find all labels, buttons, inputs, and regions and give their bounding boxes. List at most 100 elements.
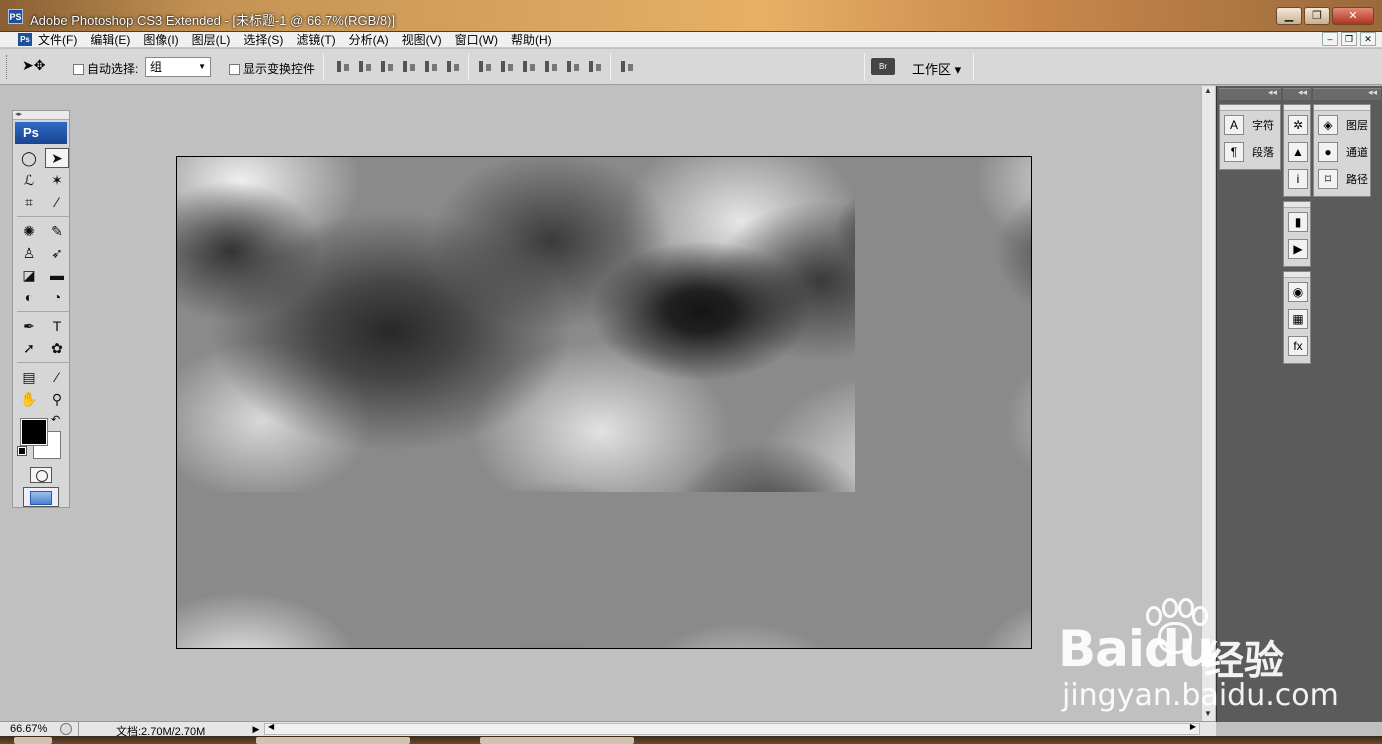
horizontal-scrollbar[interactable]: ◀ ▶ bbox=[264, 722, 1200, 735]
panel-paths[interactable]: ⌑ 路径 bbox=[1314, 165, 1370, 192]
doc-minimize-button[interactable]: – bbox=[1322, 32, 1338, 46]
auto-align-layers-icon[interactable] bbox=[620, 59, 635, 75]
clone-stamp-tool-icon[interactable]: ♙ bbox=[17, 243, 41, 263]
tools-panel-grip[interactable]: ◂▸ bbox=[13, 111, 69, 120]
healing-brush-tool-icon[interactable]: ✺ bbox=[17, 221, 41, 241]
brush-tool-icon[interactable]: ✎ bbox=[45, 221, 69, 241]
panel-layers[interactable]: ◈ 图层 bbox=[1314, 111, 1370, 138]
document-icon[interactable]: Ps bbox=[18, 33, 32, 46]
distribute-top-icon[interactable] bbox=[478, 59, 493, 75]
lasso-tool-icon[interactable]: ℒ bbox=[17, 170, 41, 190]
menu-analysis[interactable]: 分析(A) bbox=[349, 33, 389, 47]
distribute-vertical-center-icon[interactable] bbox=[500, 59, 515, 75]
collapse-icon[interactable]: ◂◂ bbox=[1298, 87, 1307, 98]
histogram-panel-icon[interactable]: ▲ bbox=[1288, 141, 1308, 162]
options-bar-grip[interactable] bbox=[6, 55, 10, 79]
panel-info[interactable]: i bbox=[1284, 165, 1310, 192]
crop-tool-icon[interactable]: ⌗ bbox=[17, 192, 41, 212]
zoom-preview-icon[interactable] bbox=[60, 723, 72, 735]
paragraph-panel-icon[interactable]: ¶ bbox=[1224, 141, 1244, 162]
elliptical-marquee-tool-icon[interactable]: ◯ bbox=[17, 148, 41, 168]
scroll-left-icon[interactable]: ◀ bbox=[268, 722, 274, 731]
slice-tool-icon[interactable]: ∕ bbox=[45, 192, 69, 212]
paths-panel-icon[interactable]: ⌑ bbox=[1318, 168, 1338, 189]
foreground-color-swatch[interactable] bbox=[20, 418, 48, 446]
menu-select[interactable]: 选择(S) bbox=[243, 33, 283, 47]
dock-column-header[interactable]: ◂◂ bbox=[1313, 87, 1381, 100]
panel-channels[interactable]: ● 通道 bbox=[1314, 138, 1370, 165]
panel-label[interactable]: 通道 bbox=[1346, 144, 1368, 160]
gradient-tool-icon[interactable]: ▬ bbox=[45, 265, 69, 285]
history-brush-tool-icon[interactable]: ➶ bbox=[45, 243, 69, 263]
menu-window[interactable]: 窗口(W) bbox=[455, 33, 498, 47]
restore-button[interactable]: ❐ bbox=[1304, 7, 1330, 25]
auto-select-option[interactable]: 自动选择: bbox=[73, 60, 138, 77]
start-button[interactable] bbox=[14, 737, 52, 744]
collapse-icon[interactable]: ◂◂ bbox=[1368, 87, 1377, 98]
actions-panel-icon[interactable]: ▶ bbox=[1288, 238, 1308, 259]
magic-wand-tool-icon[interactable]: ✶ bbox=[45, 170, 69, 190]
scroll-up-icon[interactable]: ▲ bbox=[1204, 86, 1212, 95]
close-button[interactable]: ✕ bbox=[1332, 7, 1374, 25]
align-vertical-center-icon[interactable] bbox=[358, 59, 373, 75]
panel-label[interactable]: 字符 bbox=[1252, 117, 1274, 133]
distribute-right-icon[interactable] bbox=[588, 59, 603, 75]
distribute-horizontal-center-icon[interactable] bbox=[566, 59, 581, 75]
scroll-right-icon[interactable]: ▶ bbox=[1190, 722, 1196, 731]
styles-panel-icon[interactable]: fx bbox=[1288, 335, 1308, 356]
panel-actions[interactable]: ▶ bbox=[1284, 235, 1310, 262]
hand-tool-icon[interactable]: ✋ bbox=[17, 389, 41, 409]
tool-preset-picker[interactable]: ➤✥ bbox=[22, 57, 62, 77]
doc-restore-button[interactable]: ❐ bbox=[1341, 32, 1357, 46]
menu-edit[interactable]: 编辑(E) bbox=[90, 33, 130, 47]
distribute-left-icon[interactable] bbox=[544, 59, 559, 75]
panel-color[interactable]: ◉ bbox=[1284, 278, 1310, 305]
bridge-button[interactable]: Br bbox=[871, 58, 895, 75]
quick-mask-button[interactable] bbox=[30, 467, 52, 483]
menu-layer[interactable]: 图层(L) bbox=[192, 33, 231, 47]
zoom-tool-icon[interactable]: ⚲ bbox=[45, 389, 69, 409]
dock-column-header[interactable]: ◂◂ bbox=[1219, 87, 1281, 100]
character-panel-icon[interactable]: A bbox=[1224, 114, 1244, 135]
pen-tool-icon[interactable]: ✒ bbox=[17, 316, 41, 336]
photoshop-badge[interactable]: Ps bbox=[15, 122, 67, 144]
panel-histogram[interactable]: ▲ bbox=[1284, 138, 1310, 165]
panel-label[interactable]: 段落 bbox=[1252, 144, 1274, 160]
show-transform-option[interactable]: 显示变换控件 bbox=[229, 60, 315, 77]
info-panel-icon[interactable]: i bbox=[1288, 168, 1308, 189]
panel-navigator[interactable]: ✲ bbox=[1284, 111, 1310, 138]
panel-swatches[interactable]: ▦ bbox=[1284, 305, 1310, 332]
swap-colors-icon[interactable]: ↶ bbox=[51, 413, 60, 426]
panel-history[interactable]: ▮ bbox=[1284, 208, 1310, 235]
default-colors-icon[interactable] bbox=[17, 446, 27, 456]
align-left-icon[interactable] bbox=[402, 59, 417, 75]
channels-panel-icon[interactable]: ● bbox=[1318, 141, 1338, 162]
show-transform-checkbox[interactable] bbox=[229, 64, 240, 76]
zoom-level-field[interactable]: 66.67% bbox=[10, 723, 47, 735]
doc-close-button[interactable]: ✕ bbox=[1360, 32, 1376, 46]
auto-select-checkbox[interactable] bbox=[73, 64, 84, 76]
align-right-icon[interactable] bbox=[446, 59, 461, 75]
panel-paragraph[interactable]: ¶ 段落 bbox=[1220, 138, 1280, 165]
panel-label[interactable]: 路径 bbox=[1346, 171, 1368, 187]
custom-shape-tool-icon[interactable]: ✿ bbox=[45, 338, 69, 358]
align-horizontal-center-icon[interactable] bbox=[424, 59, 439, 75]
blur-tool-icon[interactable]: ◐ bbox=[17, 287, 41, 307]
menu-filter[interactable]: 滤镜(T) bbox=[296, 33, 335, 47]
document-canvas[interactable] bbox=[176, 156, 1032, 649]
menu-help[interactable]: 帮助(H) bbox=[511, 33, 552, 47]
layers-panel-icon[interactable]: ◈ bbox=[1318, 114, 1338, 135]
workspace-menu[interactable]: 工作区 ▾ bbox=[912, 59, 961, 78]
status-menu-arrow-icon[interactable]: ▶ bbox=[250, 723, 262, 735]
taskbar-item[interactable] bbox=[256, 737, 410, 744]
taskbar-item[interactable] bbox=[480, 737, 634, 744]
eyedropper-tool-icon[interactable]: ⁄ bbox=[45, 367, 69, 387]
path-selection-tool-icon[interactable]: ➚ bbox=[17, 338, 41, 358]
auto-select-dropdown[interactable]: 组 ▼ bbox=[145, 57, 211, 77]
menu-view[interactable]: 视图(V) bbox=[402, 33, 442, 47]
move-tool-icon[interactable]: ➤ bbox=[45, 148, 69, 168]
collapse-icon[interactable]: ◂◂ bbox=[1268, 87, 1277, 98]
distribute-bottom-icon[interactable] bbox=[522, 59, 537, 75]
type-tool-icon[interactable]: T bbox=[45, 316, 69, 336]
minimize-button[interactable]: ▁ bbox=[1276, 7, 1302, 25]
